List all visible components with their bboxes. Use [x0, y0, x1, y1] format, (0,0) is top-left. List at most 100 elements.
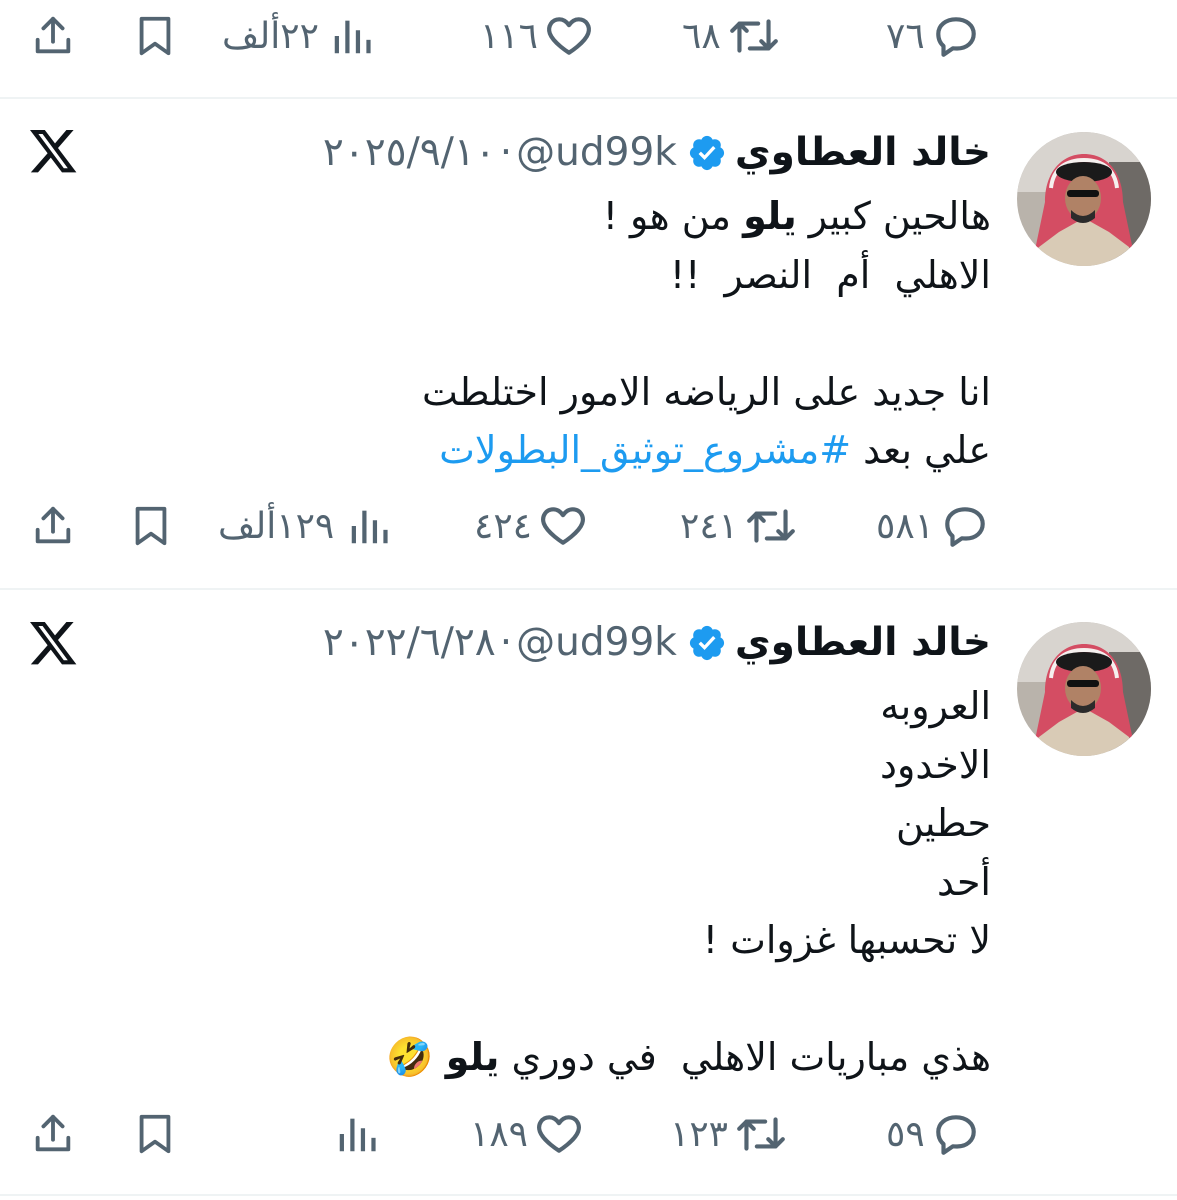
- share-button[interactable]: [30, 1102, 76, 1166]
- reply-count: ٥٩: [886, 1113, 925, 1155]
- bookmark-icon: [139, 16, 171, 56]
- views-button[interactable]: ٢٢ألف: [222, 4, 375, 68]
- tweet-text: هالحين كبير يلو من هو ! الاهلي أم النصر …: [422, 187, 991, 480]
- text-run: لا تحسبها غزوات !: [702, 918, 991, 962]
- tweet-line: حطين: [386, 794, 991, 853]
- tweet-date[interactable]: ٢٠٢٥/٩/١٠: [323, 128, 496, 178]
- views-button[interactable]: [334, 1102, 380, 1166]
- retweet-icon: [729, 19, 778, 53]
- text-run: هالحين كبير: [796, 194, 991, 238]
- bookmark-button[interactable]: [132, 4, 178, 68]
- retweet-icon: [747, 509, 795, 543]
- retweet-button[interactable]: ٢٤١: [680, 494, 798, 558]
- retweet-icon: [737, 1117, 785, 1151]
- text-run: حطين: [895, 801, 991, 845]
- tweet-line: الاخدود: [386, 736, 991, 795]
- avatar-image: [1017, 622, 1151, 756]
- like-button[interactable]: ١٨٩: [470, 1102, 584, 1166]
- like-count: ١٨٩: [470, 1113, 529, 1155]
- views-icon: [339, 1118, 376, 1152]
- text-run: من هو !: [602, 194, 744, 238]
- text-run: هذي مباريات الاهلي في دوري: [499, 1035, 991, 1079]
- like-count: ١١٦: [480, 15, 539, 57]
- text-run: علي بعد: [851, 428, 991, 472]
- reply-count: ٥٨١: [876, 505, 935, 547]
- hashtag-link[interactable]: #مشروع_توثيق_البطولات: [439, 428, 851, 472]
- author-handle[interactable]: @ud99k: [516, 128, 677, 178]
- reply-button[interactable]: ٧٦: [886, 4, 981, 68]
- share-icon: [35, 1114, 71, 1152]
- tweet-line: انا جديد على الرياضه الامور اختلطت: [422, 363, 991, 422]
- reply-count: ٧٦: [886, 15, 925, 57]
- reply-button[interactable]: ٥٨١: [876, 494, 990, 558]
- bold-run: يلو: [445, 1035, 500, 1079]
- retweet-button[interactable]: ١٢٣: [670, 1102, 788, 1166]
- x-logo-button[interactable]: [30, 622, 78, 668]
- x-logo-icon: [30, 130, 77, 173]
- share-icon: [35, 16, 71, 54]
- tweet-line: [422, 304, 991, 363]
- tweet-line: هذي مباريات الاهلي في دوري يلو 🤣: [386, 1028, 991, 1087]
- bookmark-icon: [135, 506, 167, 546]
- verified-badge: [687, 133, 727, 173]
- tweet-line: أحد: [386, 853, 991, 912]
- divider: [0, 1194, 1177, 1196]
- bookmark-icon: [139, 1114, 171, 1154]
- tweet-text: العروبه الاخدود حطين أحد لا تحسبها غزوات…: [386, 677, 991, 1087]
- retweet-count: ٢٤١: [680, 505, 739, 547]
- author-name[interactable]: خالد العطاوي: [735, 128, 991, 178]
- avatar[interactable]: [1017, 132, 1151, 266]
- views-icon: [334, 20, 371, 54]
- reply-icon: [935, 17, 976, 57]
- like-icon: [541, 507, 585, 545]
- avatar[interactable]: [1017, 622, 1151, 756]
- text-run: انا جديد على الرياضه الامور اختلطت: [421, 369, 991, 414]
- emoji: 🤣: [386, 1035, 446, 1079]
- divider: [0, 97, 1177, 99]
- share-button[interactable]: [30, 494, 76, 558]
- author-name[interactable]: خالد العطاوي: [735, 618, 991, 668]
- tweet-date[interactable]: ٢٠٢٢/٦/٢٨: [323, 618, 496, 668]
- views-icon: [352, 510, 388, 544]
- header-separator: ·: [499, 620, 513, 665]
- like-button[interactable]: ٤٢٤: [474, 494, 588, 558]
- verified-icon: [689, 135, 724, 171]
- reply-button[interactable]: ٥٩: [886, 1102, 981, 1166]
- retweet-button[interactable]: ٦٨: [682, 4, 781, 68]
- text-run: أحد: [937, 859, 991, 904]
- author-handle[interactable]: @ud99k: [516, 618, 677, 668]
- share-icon: [35, 506, 71, 544]
- views-count: ٢٢ألف: [222, 15, 319, 57]
- like-button[interactable]: ١١٦: [480, 4, 594, 68]
- avatar-image: [1017, 132, 1151, 266]
- verified-badge: [687, 623, 727, 663]
- header-separator: ·: [499, 130, 513, 175]
- bookmark-button[interactable]: [132, 1102, 178, 1166]
- retweet-count: ٦٨: [682, 15, 721, 57]
- top-action-bar: ٢٢ألف ١١٦ ٦٨ ٧٦: [0, 4, 1177, 68]
- tweet-line: هالحين كبير يلو من هو !: [422, 187, 991, 246]
- bookmark-button[interactable]: [128, 494, 174, 558]
- x-logo-icon: [30, 622, 77, 665]
- retweet-count: ١٢٣: [670, 1113, 729, 1155]
- text-run: الاخدود: [880, 742, 991, 787]
- views-button[interactable]: ١٢٩ألف: [218, 494, 392, 558]
- share-button[interactable]: [30, 4, 76, 68]
- text-run: العروبه: [880, 684, 991, 728]
- tweet-line: الاهلي أم النصر !!: [422, 246, 991, 305]
- x-logo-button[interactable]: [30, 130, 78, 176]
- tweet-line: لا تحسبها غزوات !: [386, 911, 991, 970]
- tweet-header: خالد العطاوي @ud99k · ٢٠٢٢/٦/٢٨: [323, 618, 991, 668]
- reply-icon: [935, 1115, 976, 1155]
- tweet-header: خالد العطاوي @ud99k · ٢٠٢٥/٩/١٠: [323, 128, 991, 178]
- verified-icon: [689, 625, 724, 661]
- tweet-1-action-bar: ١٢٩ألف ٤٢٤ ٢٤١ ٥٨١: [0, 494, 1177, 558]
- bold-run: يلو: [743, 194, 797, 238]
- like-icon: [537, 1115, 581, 1153]
- tweet-line: [386, 970, 991, 1029]
- views-count: ١٢٩ألف: [218, 505, 335, 547]
- text-run: الاهلي أم النصر !!: [669, 252, 991, 297]
- like-icon: [547, 17, 591, 55]
- reply-icon: [945, 507, 985, 547]
- tweet-line: علي بعد #مشروع_توثيق_البطولات: [422, 421, 991, 480]
